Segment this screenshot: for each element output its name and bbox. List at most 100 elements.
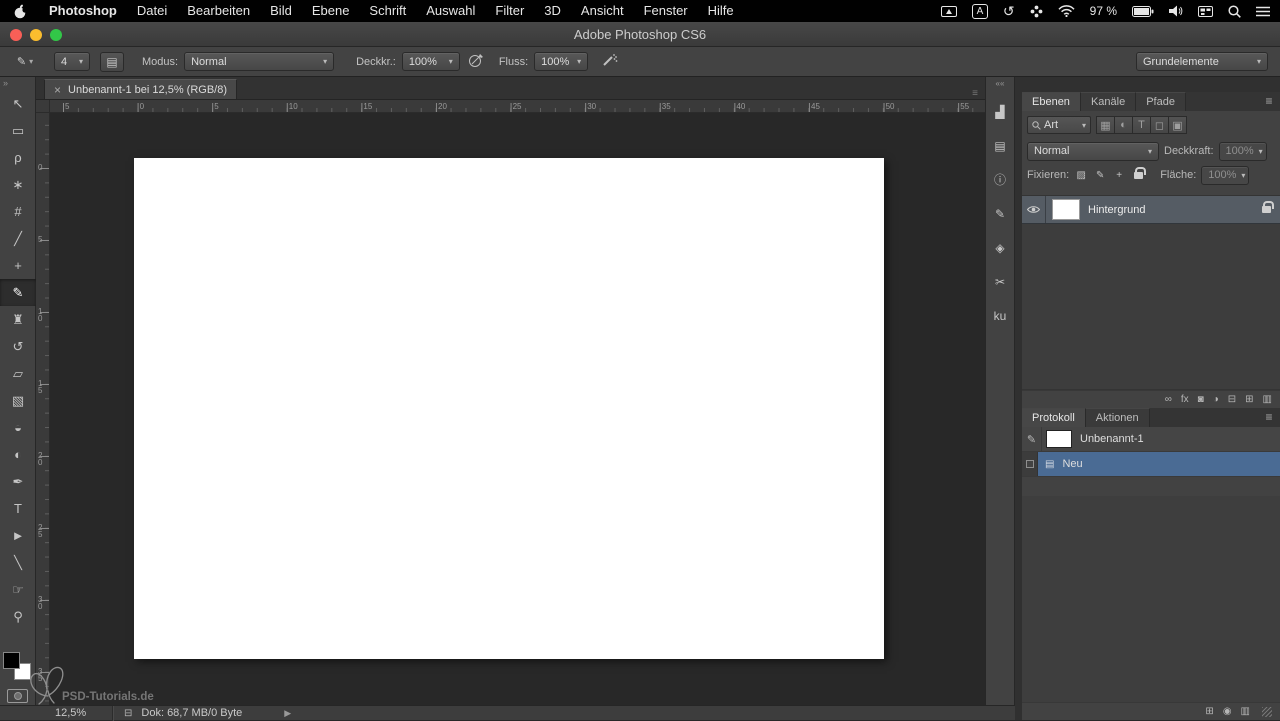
histogram-panel-icon[interactable]: ▟ xyxy=(989,102,1011,121)
clone-stamp-tool[interactable]: ♜ xyxy=(0,306,36,333)
document-tab[interactable]: × Unbenannt-1 bei 12,5% (RGB/8) xyxy=(44,79,237,99)
layer-thumbnail[interactable] xyxy=(1052,199,1080,220)
workspace-switcher[interactable]: Grundelemente xyxy=(1136,52,1268,71)
crop-tool[interactable]: # xyxy=(0,198,36,225)
resize-grip[interactable] xyxy=(1262,706,1272,717)
spotlight-icon[interactable] xyxy=(1228,4,1241,18)
menu-item[interactable]: Schrift xyxy=(359,0,416,22)
lock-paint-icon[interactable]: ✎ xyxy=(1093,170,1107,181)
status-flyout-arrow[interactable] xyxy=(284,708,291,719)
eraser-tool[interactable]: ▱ xyxy=(0,360,36,387)
close-window-button[interactable] xyxy=(10,29,22,41)
type-tool[interactable]: T xyxy=(0,495,36,522)
layer-fill-dropdown[interactable]: 100% xyxy=(1201,165,1250,185)
close-tab-icon[interactable]: × xyxy=(54,84,61,96)
kuler-panel-icon[interactable]: ku xyxy=(989,306,1011,325)
opacity-dropdown[interactable]: 100% xyxy=(401,52,460,71)
screen-mirroring-icon[interactable] xyxy=(940,5,957,17)
notification-center-icon[interactable] xyxy=(1256,6,1270,17)
mission-control-icon[interactable] xyxy=(1198,5,1213,17)
lasso-tool[interactable]: ρ xyxy=(0,144,36,171)
add-layer-mask-icon[interactable]: ◙ xyxy=(1198,394,1204,405)
time-machine-icon[interactable] xyxy=(1003,4,1015,18)
info-panel-icon[interactable]: ⓘ xyxy=(989,170,1011,189)
path-selection-tool[interactable]: ► xyxy=(0,522,36,549)
panel-menu-icon[interactable] xyxy=(1258,92,1280,111)
layer-opacity-dropdown[interactable]: 100% xyxy=(1218,141,1267,161)
canvas-pasteboard[interactable] xyxy=(50,113,985,705)
accessibility-icon[interactable] xyxy=(1030,5,1043,18)
new-adjustment-layer-icon[interactable]: ◑ xyxy=(1213,394,1219,405)
quick-selection-tool[interactable]: ∗ xyxy=(0,171,36,198)
history-brush-tool[interactable]: ↺ xyxy=(0,333,36,360)
rectangular-marquee-tool[interactable]: ▭ xyxy=(0,117,36,144)
tool-preset-picker[interactable]: ✎ xyxy=(8,51,42,72)
eyedropper-tool[interactable]: ╱ xyxy=(0,225,36,252)
document-canvas[interactable] xyxy=(134,158,884,659)
input-source-icon[interactable] xyxy=(971,3,988,19)
gradient-tool[interactable]: ▧ xyxy=(0,387,36,414)
history-state-checkbox[interactable] xyxy=(1022,452,1038,476)
history-state-row-neu[interactable]: ▤ Neu xyxy=(1022,452,1280,477)
menu-item[interactable]: Datei xyxy=(127,0,177,22)
snapshot-thumbnail[interactable] xyxy=(1046,430,1072,448)
history-snapshot-row[interactable]: ✎ Unbenannt-1 xyxy=(1022,427,1280,452)
tab-aktionen[interactable]: Aktionen xyxy=(1085,408,1150,427)
tab-protokoll[interactable]: Protokoll xyxy=(1022,408,1086,427)
layer-row-hintergrund[interactable]: Hintergrund xyxy=(1022,196,1280,224)
foreground-color-swatch[interactable] xyxy=(3,652,20,669)
layer-blend-mode-dropdown[interactable]: Normal xyxy=(1027,141,1159,161)
brush-size-picker[interactable]: 4 xyxy=(54,52,90,71)
lock-position-icon[interactable]: + xyxy=(1112,170,1126,181)
filter-pixel-layers-icon[interactable]: ▦ xyxy=(1096,116,1115,134)
styles-panel-icon[interactable]: ◈ xyxy=(989,238,1011,257)
flow-dropdown[interactable]: 100% xyxy=(534,52,589,71)
menu-item[interactable]: Hilfe xyxy=(698,0,744,22)
color-panel-icon[interactable]: ▤ xyxy=(989,136,1011,155)
filter-adjustment-layers-icon[interactable]: ◐ xyxy=(1114,116,1133,134)
menu-item[interactable]: Bild xyxy=(260,0,302,22)
dodge-tool[interactable]: ◐ xyxy=(0,441,36,468)
lock-all-icon[interactable] xyxy=(1131,166,1146,179)
new-snapshot-icon[interactable]: ◉ xyxy=(1223,706,1232,717)
tab-ebenen[interactable]: Ebenen xyxy=(1022,92,1081,111)
layer-visibility-toggle[interactable] xyxy=(1022,196,1046,223)
blur-tool[interactable]: ◒ xyxy=(0,414,36,441)
menu-item[interactable]: Bearbeiten xyxy=(177,0,260,22)
apple-menu-icon[interactable] xyxy=(10,4,31,19)
pressure-opacity-icon[interactable] xyxy=(468,53,485,71)
volume-icon[interactable] xyxy=(1169,5,1183,17)
tab-bar-menu-icon[interactable] xyxy=(972,88,978,99)
menu-item[interactable]: Photoshop xyxy=(39,0,127,22)
battery-icon[interactable] xyxy=(1132,5,1154,17)
history-brush-source-icon[interactable]: ✎ xyxy=(1022,427,1042,451)
dock-expand-icon[interactable] xyxy=(986,77,1014,90)
lock-transparency-icon[interactable]: ▨ xyxy=(1074,170,1088,181)
tab-pfade[interactable]: Pfade xyxy=(1136,92,1186,111)
menu-item[interactable]: Fenster xyxy=(634,0,698,22)
minimize-window-button[interactable] xyxy=(30,29,42,41)
layer-filter-type-dropdown[interactable]: Art xyxy=(1027,116,1091,134)
brush-presets-panel-icon[interactable]: ✎ xyxy=(989,204,1011,223)
delete-layer-icon[interactable]: ▥ xyxy=(1263,394,1272,405)
new-document-from-state-icon[interactable]: ⊞ xyxy=(1205,706,1213,717)
menu-item[interactable]: Auswahl xyxy=(416,0,485,22)
new-layer-icon[interactable]: ⊞ xyxy=(1245,394,1253,405)
filter-shape-layers-icon[interactable]: ◻ xyxy=(1150,116,1169,134)
blend-mode-dropdown[interactable]: Normal xyxy=(184,52,335,71)
menu-item[interactable]: Filter xyxy=(485,0,534,22)
filter-type-layers-icon[interactable]: T xyxy=(1132,116,1151,134)
tab-kanaele[interactable]: Kanäle xyxy=(1080,92,1137,111)
link-layers-icon[interactable]: ∞ xyxy=(1165,394,1172,405)
tool-presets-panel-icon[interactable]: ✂ xyxy=(989,272,1011,291)
layer-style-icon[interactable]: fx xyxy=(1181,394,1189,405)
quick-mask-button[interactable] xyxy=(7,689,28,703)
pen-tool[interactable]: ✒ xyxy=(0,468,36,495)
hand-tool[interactable]: ☞ xyxy=(0,576,36,603)
spot-healing-brush-tool[interactable]: + xyxy=(0,252,36,279)
move-tool[interactable]: ↖ xyxy=(0,90,36,117)
menu-item[interactable]: 3D xyxy=(534,0,571,22)
line-tool[interactable]: ╲ xyxy=(0,549,36,576)
filter-smart-objects-icon[interactable]: ▣ xyxy=(1168,116,1187,134)
delete-state-icon[interactable]: ▥ xyxy=(1241,706,1250,717)
